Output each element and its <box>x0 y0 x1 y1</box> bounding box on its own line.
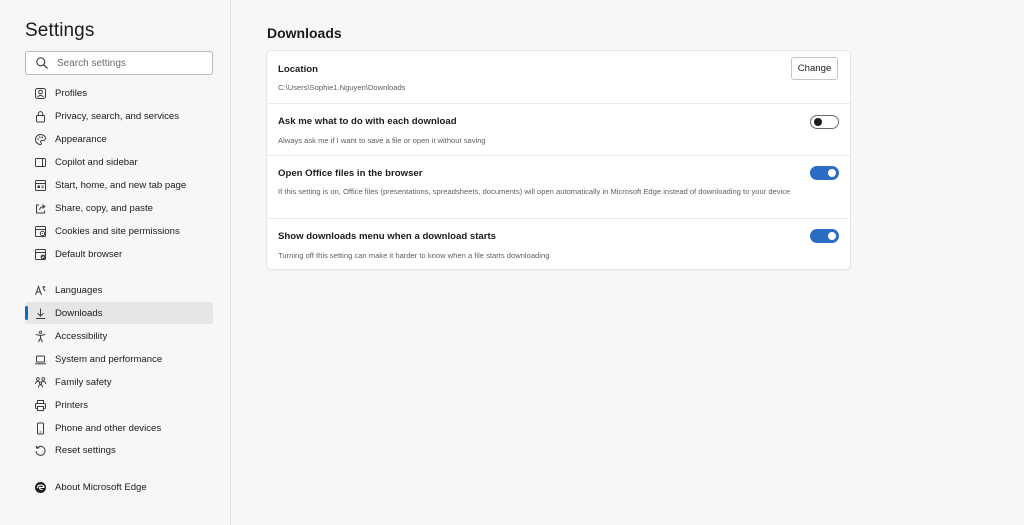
location-path: C:\Users\Sophie1.Nguyen\Downloads <box>278 83 406 92</box>
search-input[interactable] <box>57 57 207 69</box>
sidebar-item-system[interactable]: System and performance <box>25 348 213 370</box>
sidebar-item-accessibility[interactable]: Accessibility <box>25 325 213 347</box>
profile-icon <box>34 87 47 100</box>
share-icon <box>34 202 47 215</box>
sidebar-item-label: Appearance <box>55 133 107 145</box>
downloads-menu-title: Show downloads menu when a download star… <box>278 231 497 242</box>
change-location-button[interactable]: Change <box>791 57 838 80</box>
cookie-permissions-icon <box>34 225 47 238</box>
sidebar-icon <box>34 156 47 169</box>
languages-icon <box>34 284 47 297</box>
reset-icon <box>34 444 47 457</box>
sidebar-item-label: Start, home, and new tab page <box>55 179 187 191</box>
sidebar-item-languages[interactable]: Languages <box>25 279 213 301</box>
sidebar-item-label: Default browser <box>55 248 123 260</box>
search-box[interactable] <box>25 51 213 75</box>
sidebar-item-label: Copilot and sidebar <box>55 156 138 168</box>
sidebar-item-label: Share, copy, and paste <box>55 202 153 214</box>
sidebar-item-copilot[interactable]: Copilot and sidebar <box>25 151 213 173</box>
office-files-toggle[interactable] <box>810 166 839 180</box>
sidebar-item-label: About Microsoft Edge <box>55 481 147 493</box>
phone-icon <box>34 422 47 435</box>
downloads-menu-row: Show downloads menu when a download star… <box>267 218 850 269</box>
sidebar-item-printers[interactable]: Printers <box>25 394 213 416</box>
sidebar-item-share[interactable]: Share, copy, and paste <box>25 197 213 219</box>
sidebar-item-label: Profiles <box>55 87 87 99</box>
sidebar-item-label: Family safety <box>55 376 112 388</box>
ask-download-description: Always ask me if I want to save a file o… <box>278 136 486 145</box>
ask-download-toggle[interactable] <box>810 115 839 129</box>
download-icon <box>34 307 47 320</box>
office-files-title: Open Office files in the browser <box>278 168 423 179</box>
palette-icon <box>34 133 47 146</box>
sidebar-item-label: Reset settings <box>55 444 116 456</box>
sidebar-item-privacy[interactable]: Privacy, search, and services <box>25 105 213 127</box>
location-row: Location C:\Users\Sophie1.Nguyen\Downloa… <box>267 51 850 103</box>
settings-sidebar: Settings Profiles Privacy, search, and s… <box>0 0 231 525</box>
lock-icon <box>34 110 47 123</box>
sidebar-item-appearance[interactable]: Appearance <box>25 128 213 150</box>
sidebar-item-about[interactable]: About Microsoft Edge <box>25 476 213 498</box>
sidebar-item-family-safety[interactable]: Family safety <box>25 371 213 393</box>
search-icon <box>35 56 49 70</box>
downloads-menu-description: Turning off this setting can make it har… <box>278 251 550 260</box>
ask-download-title: Ask me what to do with each download <box>278 116 457 127</box>
edge-logo-icon <box>34 481 47 494</box>
accessibility-icon <box>34 330 47 343</box>
home-grid-icon <box>34 179 47 192</box>
sidebar-item-label: Accessibility <box>55 330 108 342</box>
sidebar-title: Settings <box>25 20 95 41</box>
default-browser-icon <box>34 248 47 261</box>
downloads-settings-card: Location C:\Users\Sophie1.Nguyen\Downloa… <box>267 51 850 269</box>
office-files-row: Open Office files in the browser If this… <box>267 155 850 218</box>
sidebar-item-label: Privacy, search, and services <box>55 110 180 122</box>
family-icon <box>34 376 47 389</box>
toggle-knob <box>814 118 822 126</box>
page-title: Downloads <box>267 25 342 41</box>
toggle-knob <box>828 232 836 240</box>
sidebar-item-cookies[interactable]: Cookies and site permissions <box>25 220 213 242</box>
toggle-knob <box>828 169 836 177</box>
sidebar-item-label: Downloads <box>55 307 103 319</box>
sidebar-item-label: Languages <box>55 284 103 296</box>
location-title: Location <box>278 64 318 75</box>
sidebar-item-label: Phone and other devices <box>55 422 162 434</box>
laptop-icon <box>34 353 47 366</box>
sidebar-item-profiles[interactable]: Profiles <box>25 82 213 104</box>
sidebar-item-label: System and performance <box>55 353 163 365</box>
sidebar-item-phone[interactable]: Phone and other devices <box>25 417 213 439</box>
sidebar-item-start-home[interactable]: Start, home, and new tab page <box>25 174 213 196</box>
sidebar-item-label: Printers <box>55 399 89 411</box>
sidebar-item-label: Cookies and site permissions <box>55 225 180 237</box>
printer-icon <box>34 399 47 412</box>
downloads-menu-toggle[interactable] <box>810 229 839 243</box>
sidebar-item-downloads[interactable]: Downloads <box>25 302 213 324</box>
ask-download-row: Ask me what to do with each download Alw… <box>267 103 850 155</box>
sidebar-item-reset[interactable]: Reset settings <box>25 439 213 461</box>
sidebar-item-default-browser[interactable]: Default browser <box>25 243 213 265</box>
office-files-description: If this setting is on, Office files (pre… <box>278 187 791 196</box>
